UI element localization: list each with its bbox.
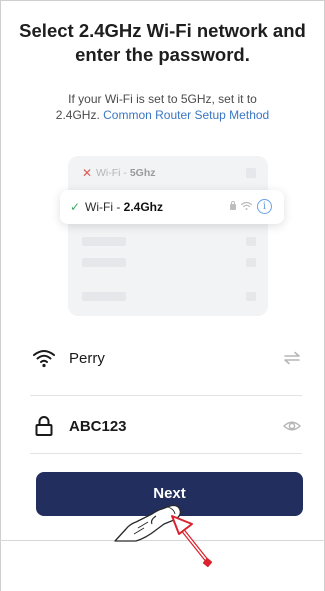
password-divider <box>30 453 302 454</box>
checkmark-icon: ✓ <box>70 200 81 214</box>
illus-placeholder-block <box>246 292 256 301</box>
annotation-arrow-icon <box>171 515 213 568</box>
eye-icon[interactable] <box>282 416 302 436</box>
ssid-divider <box>30 395 302 396</box>
router-setup-link[interactable]: Common Router Setup Method <box>103 108 269 122</box>
mini-lock-icon <box>230 201 236 210</box>
lock-icon <box>35 416 53 436</box>
ssid-value[interactable]: Perry <box>69 349 105 369</box>
password-value[interactable]: ABC123 <box>69 417 127 437</box>
illus-placeholder-block <box>246 168 256 178</box>
illus-placeholder-block <box>82 258 126 267</box>
info-icon: i <box>257 198 272 214</box>
switch-network-icon[interactable] <box>282 348 302 368</box>
mini-wifi-icon <box>241 201 252 210</box>
illus-placeholder-block <box>246 258 256 267</box>
instruction-text: If your Wi-Fi is set to 5GHz, set it to … <box>48 91 277 123</box>
password-field[interactable]: ABC123 <box>30 406 302 446</box>
x-mark-icon: ✕ <box>82 166 93 180</box>
illus-5ghz-label: Wi-Fi - 5Ghz <box>96 167 156 179</box>
illus-placeholder-block <box>82 237 126 246</box>
illus-status-icons: i <box>230 197 272 215</box>
ssid-field[interactable]: Perry <box>30 338 302 378</box>
illus-placeholder-block <box>246 237 256 246</box>
page-title: Select 2.4GHz Wi-Fi network and enter th… <box>19 20 306 65</box>
illus-row-2-4ghz: ✓ Wi-Fi - 2.4Ghz i <box>60 190 284 224</box>
wifi-icon <box>33 350 55 368</box>
illus-placeholder-block <box>82 292 126 301</box>
illus-row-5ghz: ✕ Wi-Fi - 5Ghz <box>82 164 262 182</box>
illus-2-4ghz-label: Wi-Fi - 2.4Ghz <box>85 200 164 214</box>
